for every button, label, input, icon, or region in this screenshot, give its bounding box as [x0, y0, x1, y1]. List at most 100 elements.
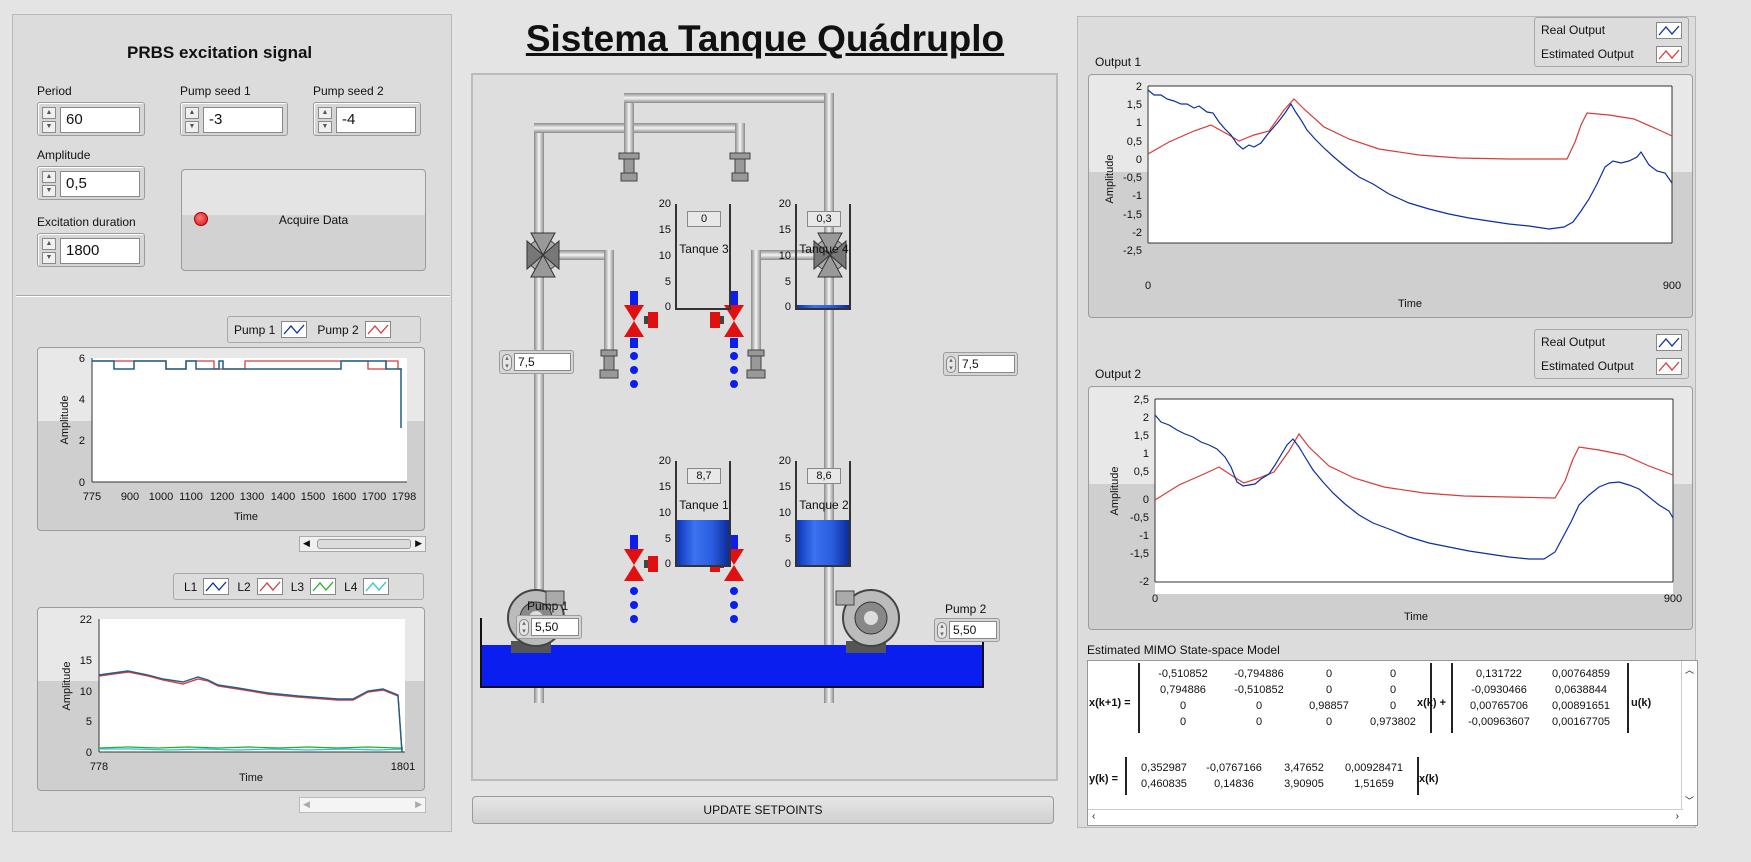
matrix-cell: 0,14836 [1214, 778, 1254, 790]
output-1-ytick: -2,5 [1123, 245, 1142, 257]
legend-pump2-label: Pump 2 [317, 322, 359, 337]
decrement-icon[interactable]: ▼ [42, 185, 56, 197]
scroll-up-icon[interactable]: ︿ [1685, 663, 1694, 676]
scroll-right-icon[interactable]: ▶ [415, 799, 422, 810]
pump-ytick: 0 [79, 477, 85, 489]
pump-1-control[interactable]: ▴ ▾ 5,50 [516, 615, 582, 639]
pump-seed-2-input[interactable]: -4 [336, 107, 416, 133]
spinner-icon[interactable]: ▴ ▾ [519, 619, 529, 636]
excitation-duration-input[interactable]: 1800 [60, 238, 140, 264]
pump-2-input[interactable]: 5,50 [949, 621, 997, 639]
tank-scale-tick: 15 [778, 224, 791, 236]
spinner-icon[interactable]: ▴ ▾ [937, 622, 947, 639]
output-2-legend: Real Output Estimated Output [1534, 329, 1689, 379]
level-ytick: 10 [80, 686, 92, 698]
pump-ytick: 6 [79, 353, 85, 365]
increment-icon[interactable]: ▲ [42, 238, 56, 250]
increment-icon[interactable]: ▲ [185, 107, 199, 119]
increment-icon[interactable]: ▲ [42, 107, 56, 119]
model-vscrollbar[interactable]: ︿ ﹀ [1681, 661, 1697, 809]
legend-estimated-output-icon[interactable] [1656, 45, 1682, 63]
output-2-xtick: 0 [1152, 593, 1158, 605]
update-setpoints-button[interactable]: UPDATE SETPOINTS [472, 796, 1054, 824]
matrix-b-table: 0,131722 0,00764859 -0,0930466 0,0638844 0… [1457, 665, 1623, 731]
pump-2-icon[interactable] [835, 589, 900, 653]
pump-2-label: Pump 2 [945, 602, 987, 616]
level-chart: 22 15 10 5 0 778 1801 Time Amplitude [37, 607, 425, 791]
spinner-icon[interactable]: ▴ ▾ [502, 354, 512, 371]
level-xlabel: Time [239, 772, 263, 784]
pump-seed-2-control[interactable]: ▲ ▼ -4 [313, 102, 421, 136]
matrix-cell: 0,0638844 [1555, 684, 1607, 696]
excitation-duration-control[interactable]: ▲ ▼ 1800 [37, 233, 145, 267]
matrix-cell: 0,00928471 [1344, 762, 1404, 774]
matrix-cell: 0 [1255, 700, 1263, 712]
legend-l4-icon[interactable] [363, 578, 390, 595]
pump-seed-1-control[interactable]: ▲ ▼ -3 [180, 102, 288, 136]
scroll-down-icon[interactable]: ﹀ [1685, 794, 1694, 807]
spinner-icon[interactable]: ▴ ▾ [946, 356, 956, 373]
amplitude-label: Amplitude [37, 148, 91, 162]
matrix-cell: -0,00963607 [1468, 716, 1530, 728]
output-2-xlabel: Time [1404, 611, 1428, 623]
pump-seed-1-input[interactable]: -3 [203, 107, 283, 133]
pump-xtick: 1400 [271, 491, 295, 503]
pump-xtick: 1300 [240, 491, 264, 503]
pump-1-input[interactable]: 5,50 [531, 618, 579, 636]
tank-scale-tick: 10 [778, 507, 791, 519]
tank-3-label: Tanque 3 [679, 242, 729, 256]
acquire-data-button[interactable]: Acquire Data [181, 169, 426, 271]
model-hscrollbar[interactable]: ‹ › [1088, 809, 1683, 825]
tank-scale-tick: 15 [778, 481, 791, 493]
tank-scale-tick: 20 [658, 455, 671, 467]
level-chart-scrollbar[interactable]: ◀ ▶ [299, 797, 426, 813]
valve-right-control[interactable]: ▴ ▾ 7,5 [943, 352, 1018, 376]
legend-l1-icon[interactable] [203, 578, 230, 595]
valve-left-input[interactable]: 7,5 [514, 353, 571, 371]
scroll-right-icon[interactable]: › [1676, 811, 1679, 822]
scroll-left-icon[interactable]: ◀ [303, 538, 310, 549]
matrix-a-table: -0,510852 -0,794886 0 0 0,794886 -0,510852 0 0… [1144, 665, 1426, 731]
decrement-icon[interactable]: ▼ [42, 252, 56, 264]
matrix-cell: 0 [1179, 716, 1187, 728]
pump-2-control[interactable]: ▴ ▾ 5,50 [934, 618, 1000, 642]
increment-icon[interactable]: ▲ [318, 107, 332, 119]
legend-pump2-icon[interactable] [364, 321, 391, 338]
pump-ytick: 4 [79, 394, 85, 406]
scroll-left-icon[interactable]: ◀ [303, 799, 310, 810]
legend-estimated-output-icon[interactable] [1656, 357, 1682, 375]
scroll-left-icon[interactable]: ‹ [1092, 811, 1095, 822]
legend-l2-icon[interactable] [256, 578, 283, 595]
scroll-thumb[interactable] [317, 539, 411, 549]
output-1-ytick: -2 [1132, 227, 1142, 239]
legend-pump1-icon[interactable] [281, 321, 308, 338]
matrix-cell: -0,510852 [1234, 684, 1284, 696]
legend-real-output-icon[interactable] [1656, 21, 1682, 39]
valve-right-input[interactable]: 7,5 [958, 355, 1015, 373]
period-input[interactable]: 60 [60, 107, 140, 133]
pump-seed-1-label: Pump seed 1 [180, 84, 251, 98]
output-2-xtick: 900 [1664, 593, 1682, 605]
period-control[interactable]: ▲ ▼ 60 [37, 102, 145, 136]
matrix-cell: 0 [1325, 716, 1333, 728]
decrement-icon[interactable]: ▼ [185, 121, 199, 133]
increment-icon[interactable]: ▲ [42, 171, 56, 183]
matrix-cell: 0,98857 [1309, 700, 1349, 712]
amplitude-control[interactable]: ▲ ▼ 0,5 [37, 166, 145, 200]
tank-scale-tick: 10 [658, 250, 671, 262]
output-2-ytick: -1 [1139, 530, 1149, 542]
legend-l3-icon[interactable] [310, 578, 337, 595]
pump-chart-scrollbar[interactable]: ◀ ▶ [299, 536, 426, 552]
three-way-valve-left-icon[interactable] [526, 232, 560, 278]
output-1-legend: Real Output Estimated Output [1534, 17, 1689, 67]
scroll-right-icon[interactable]: ▶ [415, 538, 422, 549]
main-title: Sistema Tanque Quádruplo [525, 18, 1005, 59]
legend-real-output-icon[interactable] [1656, 333, 1682, 351]
decrement-icon[interactable]: ▼ [318, 121, 332, 133]
valve-left-control[interactable]: ▴ ▾ 7,5 [499, 350, 574, 374]
decrement-icon[interactable]: ▼ [42, 121, 56, 133]
output-2-ytick: 1 [1143, 448, 1149, 460]
tank-2-level-display: 8,6 [807, 468, 841, 484]
amplitude-input[interactable]: 0,5 [60, 171, 140, 197]
pump-xtick: 1798 [392, 491, 416, 503]
